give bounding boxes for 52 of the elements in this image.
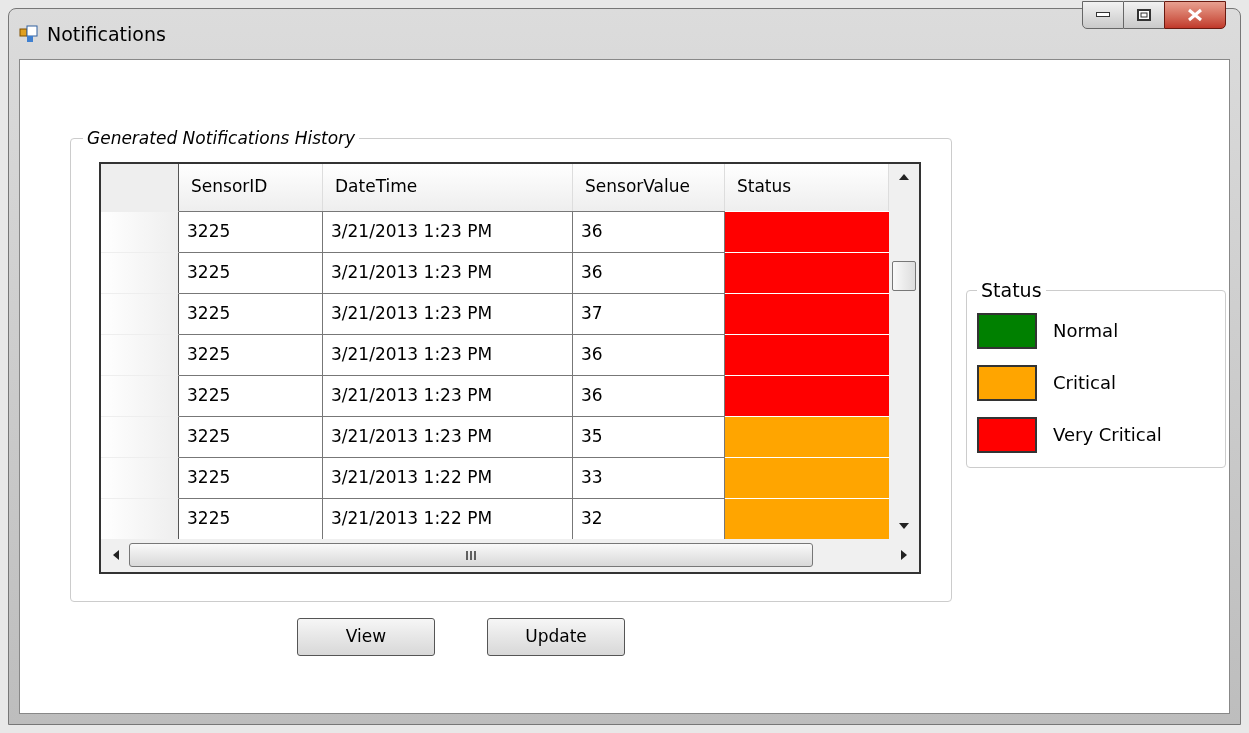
table-cell: 3225 <box>179 497 323 539</box>
table-cell: 3/21/2013 1:23 PM <box>323 251 573 293</box>
row-header[interactable] <box>101 497 179 539</box>
scroll-right-icon <box>901 550 907 560</box>
scroll-down-icon <box>899 522 909 529</box>
legend-label: Very Critical <box>1053 423 1162 447</box>
table-cell: 3/21/2013 1:22 PM <box>323 456 573 498</box>
scroll-left-icon <box>113 550 119 560</box>
row-header[interactable] <box>101 210 179 252</box>
maximize-button[interactable] <box>1124 1 1164 29</box>
table-cell: 3225 <box>179 333 323 375</box>
column-header[interactable]: DateTime <box>323 163 573 211</box>
row-header[interactable] <box>101 374 179 416</box>
group-title: Generated Notifications History <box>86 127 357 150</box>
window-title: Notifications <box>47 21 166 47</box>
action-button[interactable]: Update <box>487 618 625 656</box>
table-cell: 3225 <box>179 210 323 252</box>
table-cell: 3225 <box>179 374 323 416</box>
table-cell: 3/21/2013 1:22 PM <box>323 497 573 539</box>
table-cell: 3/21/2013 1:23 PM <box>323 333 573 375</box>
table-cell: 3225 <box>179 415 323 457</box>
row-header[interactable] <box>101 333 179 375</box>
column-header[interactable]: SensorID <box>179 163 323 211</box>
row-header[interactable] <box>101 456 179 498</box>
scroll-up-icon <box>899 173 909 180</box>
table-cell: 3/21/2013 1:23 PM <box>323 210 573 252</box>
row-header[interactable] <box>101 292 179 334</box>
column-header[interactable]: Status <box>725 163 889 211</box>
scroll-thumb[interactable] <box>892 261 916 291</box>
row-header[interactable] <box>101 415 179 457</box>
vertical-scrollbar[interactable] <box>889 163 919 539</box>
scroll-thumb[interactable] <box>129 543 813 567</box>
legend-label: Critical <box>1053 371 1116 395</box>
table-cell: 3225 <box>179 251 323 293</box>
grip-icon <box>466 550 476 560</box>
legend-title: Status <box>980 278 1043 303</box>
table-cell: 3225 <box>179 292 323 334</box>
app-icon <box>19 25 39 43</box>
horizontal-scrollbar[interactable] <box>101 538 919 572</box>
minimize-icon <box>1096 12 1110 18</box>
table-cell: 3/21/2013 1:23 PM <box>323 374 573 416</box>
row-header[interactable] <box>101 251 179 293</box>
column-header[interactable]: SensorValue <box>573 163 725 211</box>
restore-icon <box>1137 9 1151 21</box>
close-button[interactable] <box>1164 1 1226 29</box>
close-icon <box>1187 8 1203 22</box>
table-cell: 3225 <box>179 456 323 498</box>
action-button[interactable]: View <box>297 618 435 656</box>
legend-label: Normal <box>1053 319 1119 343</box>
table-cell: 3/21/2013 1:23 PM <box>323 415 573 457</box>
minimize-button[interactable] <box>1082 1 1124 29</box>
table-cell: 3/21/2013 1:23 PM <box>323 292 573 334</box>
